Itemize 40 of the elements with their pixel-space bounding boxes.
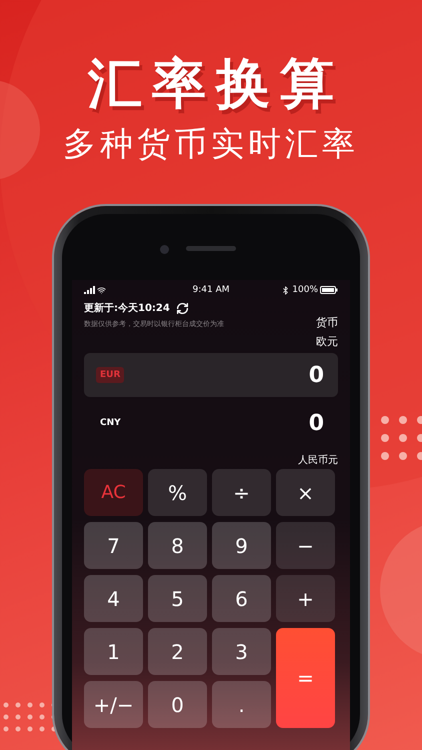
battery-icon bbox=[320, 286, 338, 294]
currency-name: 人民币元 bbox=[298, 454, 338, 467]
subtitle: 多种货币实时汇率 bbox=[63, 123, 359, 165]
digit-key[interactable]: 5 bbox=[148, 575, 207, 622]
currency-name: 欧元 bbox=[316, 334, 338, 349]
currency-code: EUR bbox=[96, 367, 124, 383]
battery-level: 100% bbox=[292, 285, 318, 295]
refresh-icon[interactable] bbox=[176, 302, 189, 314]
digit-key[interactable]: +/− bbox=[84, 681, 143, 728]
amount-value: 0 bbox=[308, 362, 324, 388]
amount-value: 0 bbox=[308, 410, 324, 436]
currency-label: 货币 bbox=[316, 315, 338, 330]
currency-row-card[interactable]: EUR 0 bbox=[84, 353, 338, 397]
digit-key[interactable]: 8 bbox=[148, 522, 207, 569]
digit-key[interactable]: 0 bbox=[148, 681, 207, 728]
dot-pattern bbox=[381, 416, 422, 460]
operator-key[interactable]: % bbox=[148, 469, 207, 516]
operator-key[interactable]: − bbox=[276, 522, 335, 569]
digit-key[interactable]: 1 bbox=[84, 628, 143, 675]
currency-code: CNY bbox=[99, 417, 122, 430]
wifi-icon bbox=[97, 286, 106, 294]
speaker-icon bbox=[186, 246, 236, 250]
signal-icon bbox=[84, 286, 95, 294]
operator-key[interactable]: ÷ bbox=[212, 469, 271, 516]
digit-key[interactable]: 6 bbox=[212, 575, 271, 622]
camera-icon bbox=[160, 245, 169, 254]
digit-key[interactable]: 3 bbox=[212, 628, 271, 675]
digit-key[interactable]: 7 bbox=[84, 522, 143, 569]
status-time: 9:41 AM bbox=[192, 285, 230, 295]
operator-key[interactable]: + bbox=[276, 575, 335, 622]
digit-key[interactable]: . bbox=[212, 681, 271, 728]
digit-key[interactable]: 4 bbox=[84, 575, 143, 622]
digit-key[interactable]: 9 bbox=[212, 522, 271, 569]
headline: 汇率换算 bbox=[86, 52, 344, 116]
clear-key[interactable]: AC bbox=[84, 469, 143, 516]
digit-key[interactable]: 2 bbox=[148, 628, 207, 675]
bluetooth-icon bbox=[281, 286, 290, 294]
currency-row[interactable]: CNY 0 bbox=[84, 401, 338, 445]
update-time: 更新于:今天10:24 bbox=[84, 301, 170, 315]
operator-key[interactable]: × bbox=[276, 469, 335, 516]
